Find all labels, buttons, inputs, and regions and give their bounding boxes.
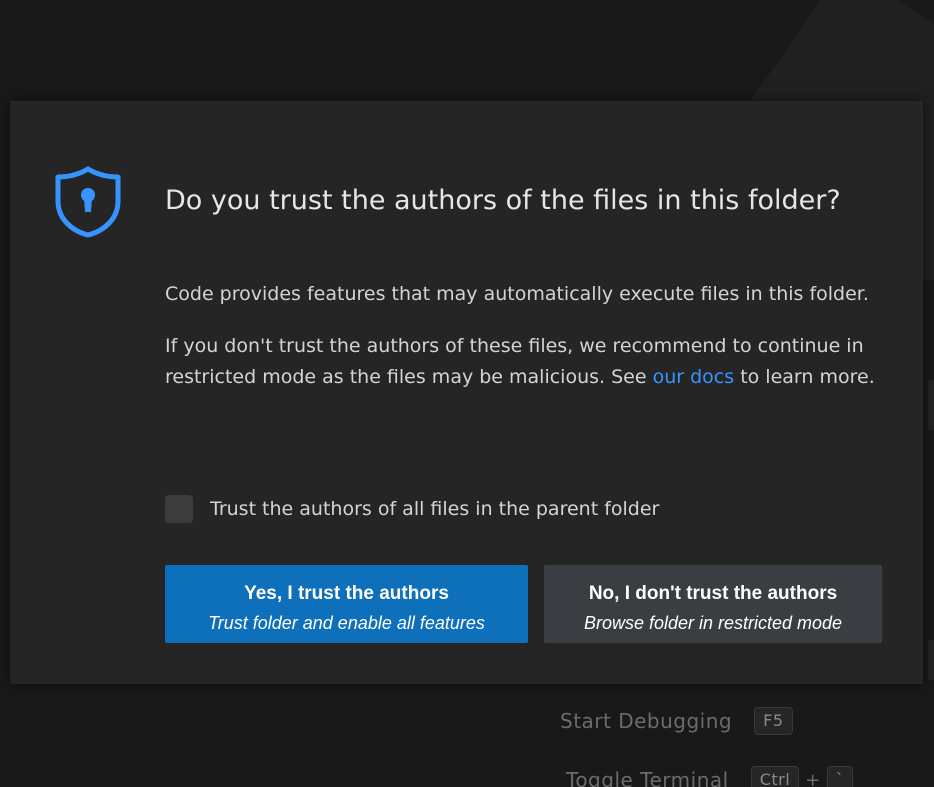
keybinding-key: ` — [826, 766, 854, 787]
trust-authors-button[interactable]: Yes, I trust the authors Trust folder an… — [165, 565, 528, 643]
hint-label: Toggle Terminal — [566, 768, 729, 787]
keybinding-plus: + — [805, 769, 821, 787]
background-edge — [928, 640, 934, 680]
dialog-detail: If you don't trust the authors of these … — [165, 331, 895, 393]
keybinding-key: F5 — [754, 707, 793, 735]
workspace-trust-dialog: Do you trust the authors of the files in… — [10, 101, 923, 684]
hint-start-debugging: Start Debugging F5 — [560, 707, 793, 735]
trust-parent-checkbox[interactable] — [165, 495, 193, 523]
keybinding-key: Ctrl — [750, 766, 800, 787]
trust-button-label: Yes, I trust the authors — [244, 582, 449, 604]
trust-parent-checkbox-label[interactable]: Trust the authors of all files in the pa… — [210, 498, 659, 520]
dialog-title: Do you trust the authors of the files in… — [165, 185, 841, 216]
distrust-authors-button[interactable]: No, I don't trust the authors Browse fol… — [544, 565, 882, 643]
detail-text-end: to learn more. — [734, 366, 875, 388]
shield-lock-icon — [55, 166, 121, 238]
distrust-button-label: No, I don't trust the authors — [588, 582, 838, 604]
hint-label: Start Debugging — [560, 709, 733, 733]
docs-link[interactable]: our docs — [653, 366, 735, 388]
trust-button-sublabel: Trust folder and enable all features — [208, 612, 485, 633]
trust-parent-checkbox-row[interactable]: Trust the authors of all files in the pa… — [165, 495, 659, 523]
hint-toggle-terminal: Toggle Terminal Ctrl + ` — [566, 766, 854, 787]
workbench-background: Start Debugging F5 Toggle Terminal Ctrl … — [0, 0, 934, 787]
background-edge — [928, 380, 934, 430]
distrust-button-sublabel: Browse folder in restricted mode — [583, 612, 843, 633]
dialog-message: Code provides features that may automati… — [165, 283, 869, 305]
